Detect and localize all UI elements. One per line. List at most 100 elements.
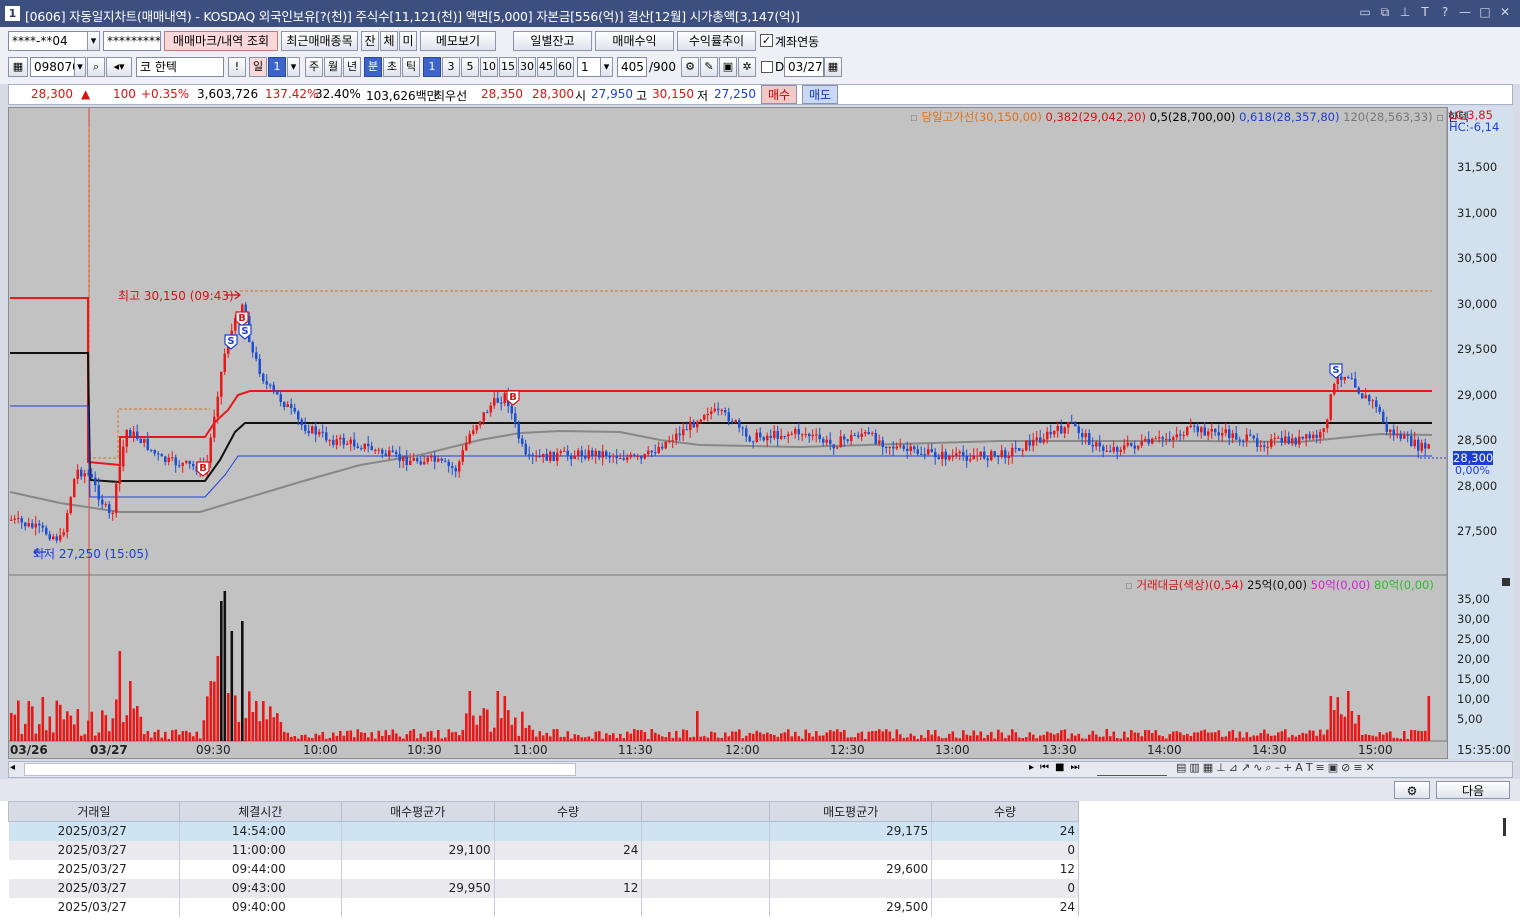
volume-bar [1350, 711, 1354, 741]
volume-bar [731, 731, 734, 741]
candle [738, 420, 741, 428]
volume-bar [997, 729, 1000, 741]
table-row[interactable]: 2025/03/27 09:44:00 29,600 12 [8, 859, 1079, 879]
volume-bar [1224, 736, 1228, 741]
legend-vol50: 50억(0,00) [1310, 578, 1371, 592]
candle [867, 432, 870, 434]
table-row[interactable]: 2025/03/27 11:00:00 29,100 24 0 [8, 840, 1079, 860]
zoom-slider[interactable] [1097, 762, 1167, 776]
candle [1280, 437, 1283, 443]
volume-bar [458, 735, 461, 741]
candle [689, 421, 692, 431]
volume-bar [1245, 732, 1249, 741]
candle [27, 523, 30, 527]
candle [787, 434, 790, 437]
candle [965, 456, 968, 461]
column-header[interactable]: 수량 [931, 801, 1079, 822]
volume-bar [860, 731, 864, 741]
candle [45, 527, 48, 535]
volume-bar [213, 681, 216, 741]
table-row[interactable]: 2025/03/27 09:40:00 29,500 24 [8, 897, 1079, 917]
candle [1105, 450, 1108, 452]
candle [930, 449, 933, 452]
candle [377, 449, 380, 451]
drawing-tools[interactable]: ▤▥▦⊥⊿↗∿⌕–+A𝖳≡▣⊘≡✕ [1176, 761, 1378, 775]
volume-bar [640, 730, 643, 741]
volume-bar [1102, 736, 1105, 741]
volume-bar [1357, 714, 1361, 741]
volume-bar [584, 737, 587, 741]
candle [486, 412, 489, 414]
column-header[interactable]: 매도평균가 [769, 801, 933, 822]
candle [703, 414, 706, 420]
scroll-thumb[interactable] [24, 763, 576, 776]
volume-bar [762, 734, 766, 741]
grid-scrollbar[interactable] [1503, 818, 1506, 836]
column-header[interactable]: 거래일 [8, 801, 180, 822]
volume-bar [773, 734, 776, 741]
volume-bar [139, 716, 143, 741]
playback-controls[interactable]: ▸⏮■⏭ [1029, 762, 1085, 773]
candle [1256, 438, 1259, 447]
volume-bar [549, 736, 552, 741]
volume-bar [811, 736, 815, 741]
volume-bar [528, 725, 531, 741]
volume-bar [1378, 732, 1382, 741]
volume-bar [1273, 735, 1277, 741]
candle [363, 443, 366, 449]
candle [1287, 436, 1290, 444]
volume-bar [643, 731, 647, 741]
candle [951, 456, 954, 458]
column-header[interactable]: 체결시간 [178, 801, 342, 822]
column-header[interactable]: 수량 [493, 801, 643, 822]
volume-bar [493, 727, 496, 741]
table-cell: 09:40:00 [179, 897, 342, 917]
candle [409, 460, 412, 465]
volume-close-icon[interactable] [1502, 578, 1510, 586]
table-cell [341, 859, 495, 879]
candle [860, 433, 863, 437]
candle [556, 452, 559, 462]
candle [1291, 438, 1294, 444]
candle [577, 450, 580, 456]
volume-bar [122, 722, 125, 741]
candle [696, 421, 699, 428]
candle [24, 522, 27, 527]
candle [650, 450, 653, 453]
volume-bar [724, 732, 727, 741]
candle [493, 398, 496, 406]
candle [885, 447, 888, 449]
volume-bar [808, 733, 811, 741]
candle [1007, 455, 1010, 459]
candle [1189, 425, 1192, 428]
candle [619, 458, 622, 460]
table-row[interactable]: 2025/03/27 09:43:00 29,950 12 0 [8, 878, 1079, 898]
grid-settings-button[interactable]: ⚙ [1394, 781, 1430, 799]
column-header[interactable]: 매수평균가 [340, 801, 495, 822]
candle [472, 430, 475, 434]
table-cell [641, 821, 771, 841]
next-button[interactable]: 다음 [1436, 781, 1510, 799]
volume-bar [17, 700, 20, 741]
volume-bar [1028, 732, 1032, 741]
volume-bar [601, 738, 605, 741]
volume-bar [1014, 732, 1018, 741]
candle [272, 384, 275, 391]
table-cell [641, 840, 771, 860]
scroll-left-icon[interactable]: ◂ [10, 762, 15, 773]
candle [1224, 429, 1227, 434]
table-row[interactable]: 2025/03/27 14:54:00 29,175 24 [8, 821, 1079, 841]
candle [899, 445, 902, 447]
candle [1305, 434, 1308, 439]
candle [892, 446, 895, 449]
candle [48, 534, 51, 540]
volume-bar [738, 729, 741, 741]
column-header[interactable] [641, 801, 771, 822]
volume-bar [570, 738, 573, 741]
candle [423, 461, 426, 465]
volume-bar [1133, 732, 1137, 741]
volume-bar [979, 731, 983, 741]
volume-bar [871, 731, 874, 741]
volume-bar [87, 720, 90, 741]
candle [1063, 427, 1066, 434]
